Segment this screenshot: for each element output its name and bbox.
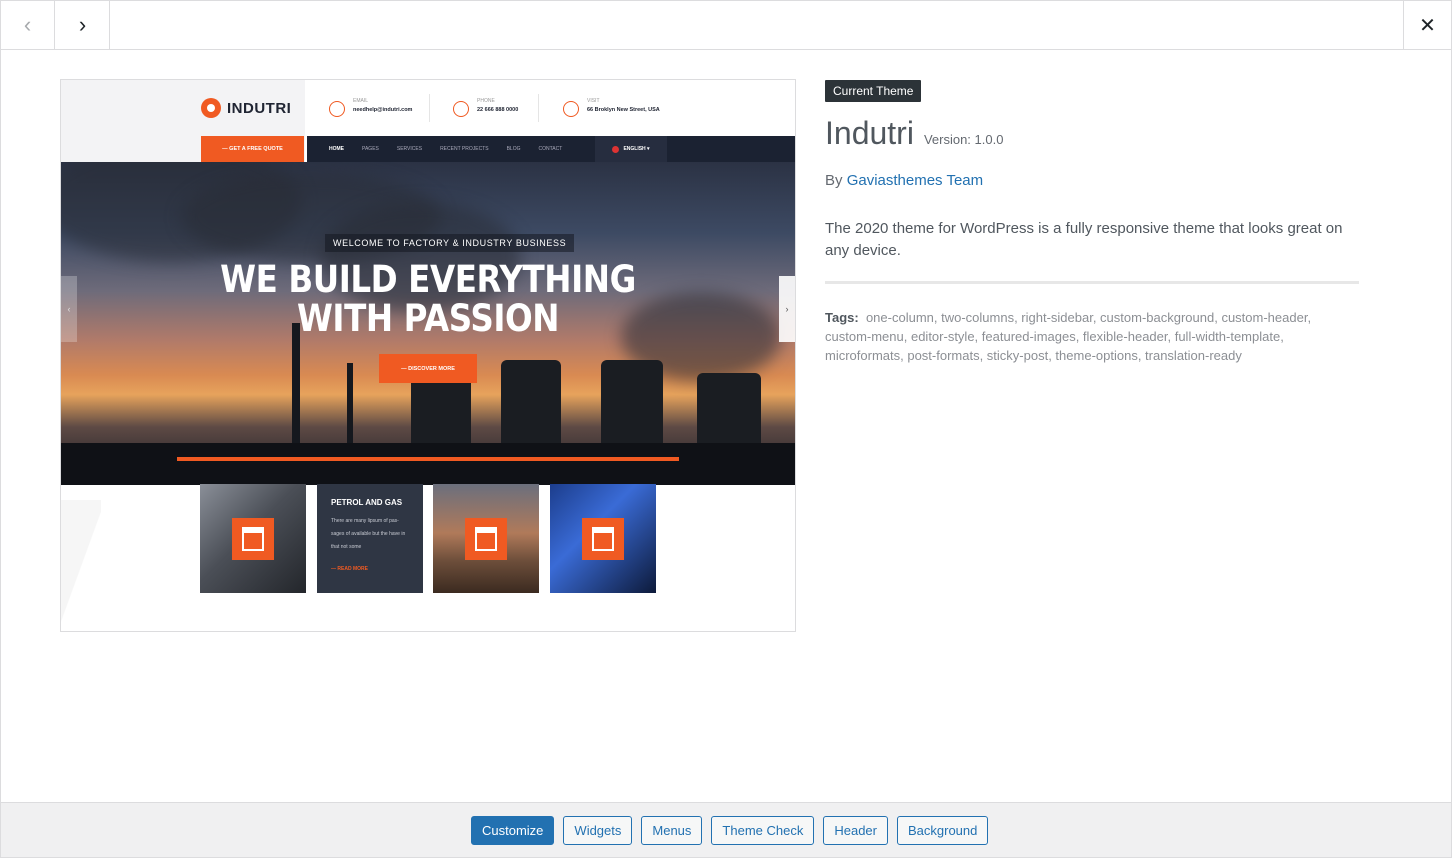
gear-logo-icon <box>201 98 221 118</box>
screenshot-quote-button: — GET A FREE QUOTE <box>201 136 304 162</box>
divider <box>825 281 1359 284</box>
slider-next-icon: › <box>779 276 795 342</box>
theme-tags: Tags: one-column, two-columns, right-sid… <box>825 310 1312 363</box>
background-button[interactable]: Background <box>896 816 989 845</box>
hero-title: WE BUILD EVERYTHING WITH PASSION <box>220 258 636 340</box>
contact-phone: PHONE 22 666 888 0000 <box>453 98 518 117</box>
language-selector: ENGLISH ▾ <box>595 136 667 162</box>
chevron-left-icon: ‹ <box>23 12 32 37</box>
factory-icon <box>232 518 274 560</box>
close-icon: ✕ <box>1419 14 1436 37</box>
menus-button[interactable]: Menus <box>641 816 703 845</box>
screenshot-header: INDUTRI EMAIL needhelp@indutri.com PHONE 2… <box>61 80 795 162</box>
service-card-industry <box>200 484 306 593</box>
location-icon <box>563 101 579 117</box>
screenshot-hero: WELCOME TO FACTORY & INDUSTRY BUSINESS W… <box>61 162 795 485</box>
service-card-welding <box>550 484 656 593</box>
contact-email: EMAIL needhelp@indutri.com <box>329 98 412 117</box>
current-theme-badge: Current Theme <box>825 80 922 102</box>
discover-more-button: — DISCOVER MORE <box>379 354 477 383</box>
tools-icon <box>582 518 624 560</box>
building-icon <box>465 518 507 560</box>
theme-screenshot: INDUTRI EMAIL needhelp@indutri.com PHONE 2… <box>60 79 796 632</box>
theme-check-button[interactable]: Theme Check <box>711 816 815 845</box>
hero-subtitle: WELCOME TO FACTORY & INDUSTRY BUSINESS <box>325 234 575 252</box>
screenshot-menu: HOME PAGES SERVICES RECENT PROJECTS BLOG… <box>307 136 795 162</box>
modal-header: ‹ › ✕ <box>1 1 1451 50</box>
contact-visit: VISIT 66 Broklyn New Street, USA <box>563 98 660 117</box>
theme-actions-bar: Customize Widgets Menus Theme Check Head… <box>1 802 1451 857</box>
previous-theme-button[interactable]: ‹ <box>1 1 55 49</box>
author-link[interactable]: Gaviasthemes Team <box>847 172 983 189</box>
theme-version: Version: 1.0.0 <box>923 132 1004 147</box>
slider-prev-icon: ‹ <box>61 276 77 342</box>
service-card-construction <box>433 484 539 593</box>
chevron-right-icon: › <box>78 12 87 37</box>
customize-button[interactable]: Customize <box>471 816 555 845</box>
theme-info: Current Theme Indutri Version: 1.0.0 By … <box>825 80 1359 365</box>
close-button[interactable]: ✕ <box>1403 1 1451 49</box>
screenshot-logo: INDUTRI <box>201 98 291 118</box>
theme-description: The 2020 theme for WordPress is a fully … <box>825 220 1343 259</box>
header-button[interactable]: Header <box>823 816 888 845</box>
next-theme-button[interactable]: › <box>56 1 110 49</box>
phone-icon <box>453 101 469 117</box>
theme-author: By Gaviasthemes Team <box>825 172 984 189</box>
theme-name: Indutri <box>825 115 914 151</box>
theme-details-modal: ‹ › ✕ INDUTRI EMAIL needhelp@indutri.com … <box>0 0 1452 858</box>
email-icon <box>329 101 345 117</box>
widgets-button[interactable]: Widgets <box>563 816 633 845</box>
service-card-petrol: PETROL AND GAS There are many lipsum of … <box>317 484 423 593</box>
